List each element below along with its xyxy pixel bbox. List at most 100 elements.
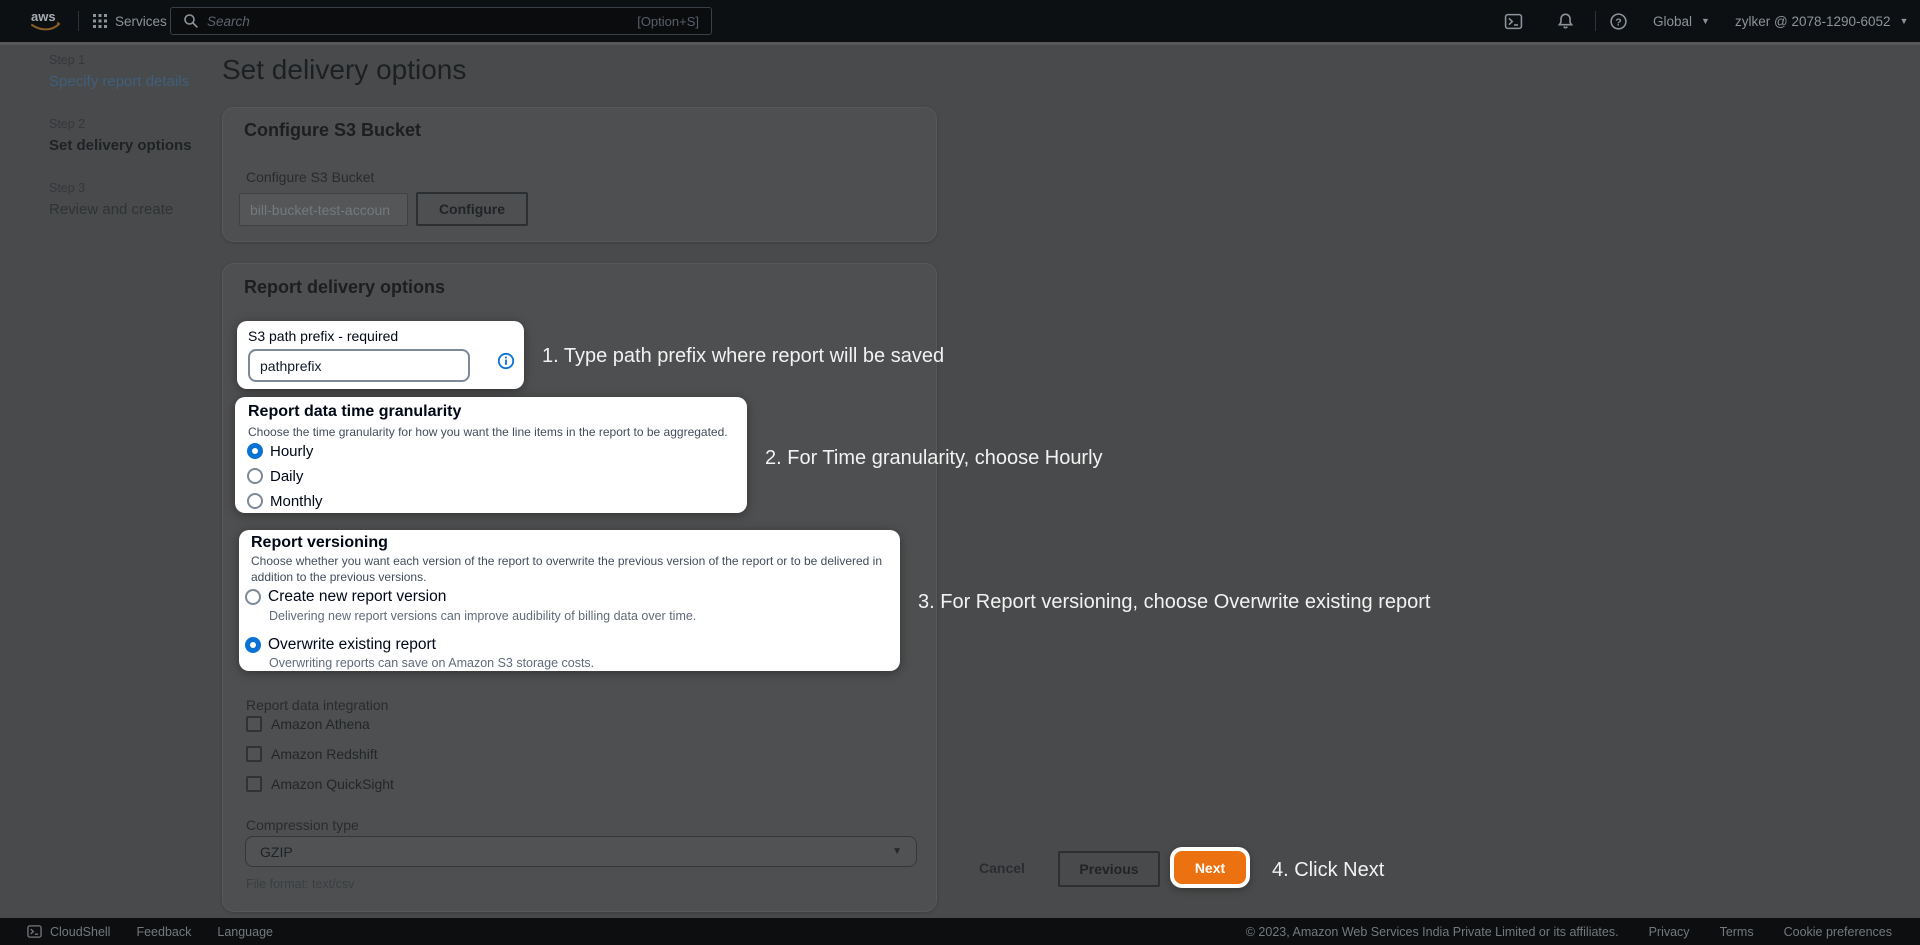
- region-label: Global: [1653, 14, 1692, 29]
- athena-label: Amazon Athena: [271, 716, 370, 732]
- overwrite-radio-selected[interactable]: [245, 637, 261, 653]
- annotation-step-4: 4. Click Next: [1272, 859, 1384, 882]
- s3-bucket-field-label: Configure S3 Bucket: [246, 169, 374, 185]
- footer-cloudshell-label: CloudShell: [50, 925, 110, 939]
- sidebar-step-3: Step 3 Review and create: [49, 181, 219, 218]
- monthly-label: Monthly: [270, 493, 323, 510]
- overwrite-description: Overwriting reports can save on Amazon S…: [269, 656, 594, 670]
- topbar-divider: [1595, 11, 1596, 31]
- account-menu[interactable]: zylker @ 2078-1290-6052 ▼: [1735, 0, 1908, 42]
- versioning-description: Choose whether you want each version of …: [251, 554, 891, 585]
- top-navigation-bar: aws Services Search [Option+S]: [0, 0, 1920, 42]
- create-new-version-radio[interactable]: [245, 589, 261, 605]
- time-granularity-highlight: Report data time granularity Choose the …: [235, 397, 747, 513]
- athena-checkbox[interactable]: [246, 716, 262, 732]
- global-search-input[interactable]: Search [Option+S]: [170, 7, 712, 35]
- topbar-divider: [78, 11, 79, 31]
- annotation-step-2: 2. For Time granularity, choose Hourly: [765, 447, 1103, 470]
- path-prefix-label: S3 path prefix - required: [248, 328, 398, 344]
- svg-text:?: ?: [1615, 16, 1621, 28]
- overwrite-radio-row: Overwrite existing report: [245, 635, 436, 655]
- svg-text:aws: aws: [31, 9, 56, 24]
- annotation-step-3: 3. For Report versioning, choose Overwri…: [918, 591, 1430, 614]
- search-shortcut-hint: [Option+S]: [637, 14, 699, 29]
- next-button-highlight: Next: [1170, 847, 1250, 888]
- granularity-title: Report data time granularity: [248, 403, 461, 421]
- bell-icon: [1556, 12, 1575, 31]
- overwrite-label: Overwrite existing report: [268, 636, 436, 654]
- redshift-checkbox[interactable]: [246, 746, 262, 762]
- search-icon: [183, 13, 199, 29]
- step-2-label: Step 2: [49, 117, 219, 131]
- cloudshell-button[interactable]: [1504, 0, 1523, 42]
- services-menu[interactable]: Services: [92, 0, 167, 42]
- quicksight-checkbox-row: Amazon QuickSight: [246, 775, 394, 793]
- versioning-title: Report versioning: [251, 534, 388, 552]
- aws-logo-icon: aws: [28, 8, 64, 34]
- step-2-current: Set delivery options: [49, 137, 219, 154]
- region-selector[interactable]: Global ▼: [1653, 0, 1710, 42]
- s3-bucket-name-input[interactable]: [239, 193, 408, 226]
- info-icon[interactable]: [497, 352, 515, 370]
- compression-type-select[interactable]: GZIP ▼: [245, 836, 917, 867]
- chevron-down-icon: ▼: [1900, 16, 1909, 26]
- daily-radio-row: Daily: [247, 466, 303, 486]
- path-prefix-input[interactable]: [248, 349, 470, 382]
- console-footer: CloudShell Feedback Language © 2023, Ama…: [0, 918, 1920, 945]
- delivery-panel-header: Report delivery options: [244, 277, 445, 298]
- quicksight-checkbox[interactable]: [246, 776, 262, 792]
- cancel-button[interactable]: Cancel: [979, 860, 1025, 876]
- step-3-label: Step 3: [49, 181, 219, 195]
- wizard-steps-nav: Step 1 Specify report details Step 2 Set…: [49, 53, 219, 245]
- granularity-description: Choose the time granularity for how you …: [248, 425, 728, 441]
- step-1-link[interactable]: Specify report details: [49, 73, 219, 90]
- cloudshell-icon: [1504, 12, 1523, 31]
- services-grid-icon: [92, 13, 108, 29]
- page-title: Set delivery options: [222, 54, 466, 86]
- aws-console-page: aws Services Search [Option+S]: [0, 0, 1920, 945]
- select-caret-icon: ▼: [892, 846, 902, 857]
- topbar-bottom-edge: [0, 42, 1920, 45]
- footer-language-link[interactable]: Language: [217, 925, 273, 939]
- help-icon: ?: [1609, 12, 1628, 31]
- previous-button[interactable]: Previous: [1058, 851, 1160, 887]
- report-data-integration-label: Report data integration: [246, 697, 388, 713]
- daily-label: Daily: [270, 468, 303, 485]
- configure-s3-bucket-panel: Configure S3 Bucket Configure S3 Bucket …: [222, 107, 937, 242]
- aws-logo[interactable]: aws: [28, 0, 64, 42]
- account-label: zylker @ 2078-1290-6052: [1735, 14, 1891, 29]
- chevron-down-icon: ▼: [1701, 16, 1710, 26]
- help-button[interactable]: ?: [1609, 0, 1628, 42]
- sidebar-step-2: Step 2 Set delivery options: [49, 117, 219, 154]
- file-format-hint: File format: text/csv: [246, 877, 354, 891]
- quicksight-label: Amazon QuickSight: [271, 776, 394, 792]
- step-1-label: Step 1: [49, 53, 219, 67]
- s3-path-prefix-highlight: S3 path prefix - required: [237, 321, 524, 389]
- footer-terms-link[interactable]: Terms: [1720, 925, 1754, 939]
- search-placeholder: Search: [207, 14, 629, 29]
- monthly-radio[interactable]: [247, 493, 263, 509]
- cloudshell-icon: [27, 924, 42, 939]
- step-3-title: Review and create: [49, 201, 219, 218]
- hourly-label: Hourly: [270, 443, 313, 460]
- compression-selected-value: GZIP: [260, 844, 293, 860]
- footer-privacy-link[interactable]: Privacy: [1649, 925, 1690, 939]
- create-new-version-radio-row: Create new report version: [245, 587, 446, 607]
- configure-button[interactable]: Configure: [416, 192, 528, 226]
- athena-checkbox-row: Amazon Athena: [246, 715, 370, 733]
- footer-cookie-preferences-link[interactable]: Cookie preferences: [1784, 925, 1892, 939]
- next-button[interactable]: Next: [1174, 851, 1246, 884]
- report-versioning-highlight: Report versioning Choose whether you wan…: [239, 530, 900, 671]
- footer-cloudshell-button[interactable]: CloudShell: [27, 924, 110, 939]
- hourly-radio-selected[interactable]: [247, 443, 263, 459]
- monthly-radio-row: Monthly: [247, 491, 323, 511]
- create-new-version-description: Delivering new report versions can impro…: [269, 609, 696, 623]
- notifications-button[interactable]: [1556, 0, 1575, 42]
- hourly-radio-row: Hourly: [247, 441, 313, 461]
- compression-type-label: Compression type: [246, 817, 359, 833]
- daily-radio[interactable]: [247, 468, 263, 484]
- s3-panel-header: Configure S3 Bucket: [244, 120, 421, 141]
- footer-feedback-link[interactable]: Feedback: [136, 925, 191, 939]
- annotation-step-1: 1. Type path prefix where report will be…: [542, 345, 944, 368]
- redshift-checkbox-row: Amazon Redshift: [246, 745, 378, 763]
